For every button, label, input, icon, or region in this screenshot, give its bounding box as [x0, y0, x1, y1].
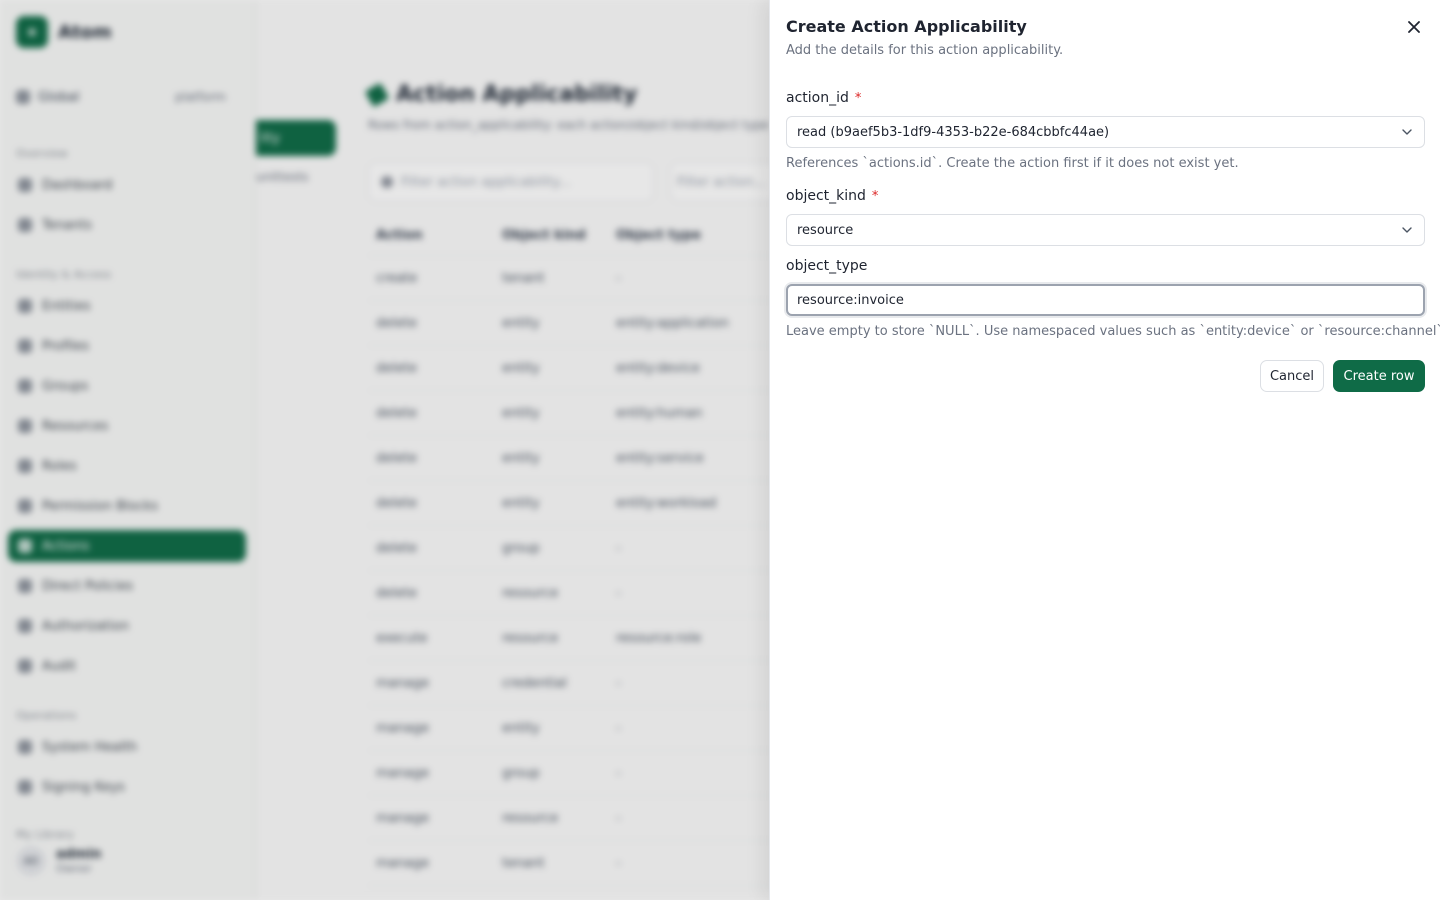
sheet-description: Add the details for this action applicab…: [786, 43, 1064, 58]
required-marker: *: [871, 189, 879, 204]
object-type-input[interactable]: [786, 284, 1425, 316]
object-type-label: object_type: [786, 258, 867, 274]
action-id-label-text: action_id: [786, 90, 849, 106]
object-type-helper: Leave empty to store `NULL`. Use namespa…: [786, 324, 1440, 339]
chevron-down-icon: [1402, 129, 1412, 135]
action-id-label: action_id *: [786, 90, 861, 106]
modal-backdrop[interactable]: [0, 0, 769, 900]
close-icon: [1408, 21, 1420, 33]
object-kind-select[interactable]: resource: [786, 214, 1425, 246]
object-type-label-text: object_type: [786, 258, 868, 274]
object-kind-label-text: object_kind: [786, 188, 866, 204]
action-id-select[interactable]: read (b9aef5b3-1df9-4353-b22e-684cbbfc44…: [786, 116, 1425, 148]
create-row-button[interactable]: Create row: [1333, 360, 1425, 392]
action-id-value: read (b9aef5b3-1df9-4353-b22e-684cbbfc44…: [797, 124, 1110, 140]
action-id-helper: References `actions.id`. Create the acti…: [786, 156, 1239, 171]
object-kind-value: resource: [797, 222, 854, 238]
required-marker: *: [854, 91, 862, 106]
close-button[interactable]: [1403, 16, 1425, 38]
create-action-applicability-sheet: Create Action Applicability Add the deta…: [769, 0, 1440, 900]
chevron-down-icon: [1402, 227, 1412, 233]
object-kind-label: object_kind *: [786, 188, 878, 204]
sheet-title: Create Action Applicability: [786, 17, 1027, 36]
cancel-button[interactable]: Cancel: [1260, 360, 1324, 392]
